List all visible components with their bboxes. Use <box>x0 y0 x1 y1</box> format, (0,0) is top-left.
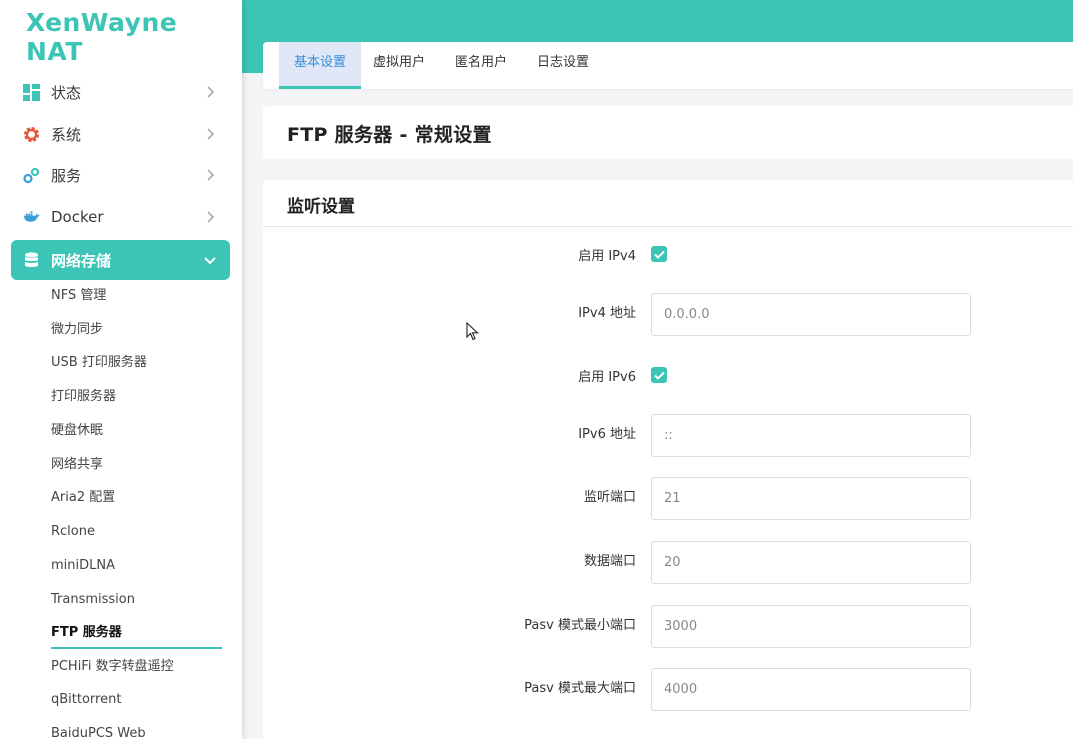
gears-icon <box>23 167 40 184</box>
chevron-right-icon <box>207 211 215 223</box>
chevron-down-icon <box>204 257 216 265</box>
page-title: FTP 服务器 - 常规设置 <box>287 124 492 146</box>
enable-ipv4-label: 启用 IPv4 <box>578 249 636 264</box>
sidebar-subitem-qbittorrent[interactable]: qBittorrent <box>51 690 121 710</box>
enable-ipv4-checkbox[interactable] <box>651 246 667 262</box>
section-title: 监听设置 <box>287 197 355 217</box>
sidebar: XenWayne NAT 状态 系统 服务 Docker 网络存储 NFS 管理… <box>0 0 242 739</box>
page-title-card: FTP 服务器 - 常规设置 <box>263 106 1073 159</box>
database-icon <box>23 251 40 269</box>
pasv-min-port-input[interactable]: 3000 <box>651 605 971 648</box>
sidebar-item-nas[interactable]: 网络存储 <box>11 240 230 280</box>
sidebar-item-system[interactable]: 系统 <box>11 114 230 154</box>
sidebar-subitem-usb-print[interactable]: USB 打印服务器 <box>51 353 147 373</box>
mouse-cursor-icon <box>466 322 479 341</box>
tab-log-settings[interactable]: 日志设置 <box>531 42 595 89</box>
sidebar-item-label: Docker <box>51 208 104 226</box>
sidebar-item-label: 服务 <box>51 166 82 185</box>
listen-settings-section: 监听设置 启用 IPv4 IPv4 地址 0.0.0.0 启用 IPv6 IPv… <box>263 180 1073 739</box>
data-port-input[interactable]: 20 <box>651 541 971 584</box>
tab-virtual-users[interactable]: 虚拟用户 <box>367 42 431 89</box>
pasv-max-port-input[interactable]: 4000 <box>651 668 971 711</box>
sidebar-subitem-hd-idle[interactable]: 硬盘休眠 <box>51 421 103 441</box>
sidebar-subitem-transmission[interactable]: Transmission <box>51 590 135 610</box>
sidebar-subitem-minidlna[interactable]: miniDLNA <box>51 556 115 576</box>
sidebar-item-label: 网络存储 <box>51 251 112 270</box>
tab-bar: 基本设置 虚拟用户 匿名用户 日志设置 <box>263 42 1073 89</box>
gear-icon <box>23 126 40 143</box>
chevron-right-icon <box>207 169 215 181</box>
sidebar-subitem-aria2[interactable]: Aria2 配置 <box>51 488 115 508</box>
enable-ipv6-label: 启用 IPv6 <box>578 370 636 385</box>
check-icon <box>653 250 665 259</box>
sidebar-item-services[interactable]: 服务 <box>11 155 230 195</box>
brand-logo[interactable]: XenWayne NAT <box>26 8 242 66</box>
sidebar-subitem-pchifi[interactable]: PCHiFi 数字转盘遥控 <box>51 657 174 677</box>
chevron-right-icon <box>207 86 215 98</box>
active-subitem-underline <box>51 647 222 649</box>
ipv6-address-label: IPv6 地址 <box>578 427 636 442</box>
sidebar-item-label: 系统 <box>51 125 82 144</box>
pasv-max-port-label: Pasv 模式最大端口 <box>524 681 636 696</box>
sidebar-subitem-rclone[interactable]: Rclone <box>51 522 95 542</box>
sidebar-subitem-baidupcs[interactable]: BaiduPCS Web <box>51 724 146 739</box>
listen-port-label: 监听端口 <box>583 490 636 505</box>
data-port-label: 数据端口 <box>583 554 636 569</box>
sidebar-subitem-nfs[interactable]: NFS 管理 <box>51 286 106 306</box>
ipv4-address-label: IPv4 地址 <box>578 306 636 321</box>
sidebar-item-status[interactable]: 状态 <box>11 72 230 112</box>
pasv-min-port-label: Pasv 模式最小端口 <box>524 618 636 633</box>
sidebar-item-label: 状态 <box>51 83 82 102</box>
enable-ipv6-checkbox[interactable] <box>651 367 667 383</box>
ipv6-address-input[interactable]: :: <box>651 414 971 457</box>
dashboard-icon <box>23 83 40 101</box>
check-icon <box>653 371 665 380</box>
tab-anonymous-users[interactable]: 匿名用户 <box>449 42 513 89</box>
sidebar-subitem-network-share[interactable]: 网络共享 <box>51 455 103 475</box>
section-header: 监听设置 <box>263 180 1073 227</box>
sidebar-subitem-print-server[interactable]: 打印服务器 <box>51 387 116 407</box>
chevron-right-icon <box>207 128 215 140</box>
ipv4-address-input[interactable]: 0.0.0.0 <box>651 293 971 336</box>
tab-basic-settings[interactable]: 基本设置 <box>279 42 361 89</box>
docker-icon <box>23 209 40 226</box>
sidebar-subitem-verysync[interactable]: 微力同步 <box>51 320 103 340</box>
sidebar-item-docker[interactable]: Docker <box>11 197 230 237</box>
sidebar-subitem-ftp[interactable]: FTP 服务器 <box>51 623 122 643</box>
listen-port-input[interactable]: 21 <box>651 477 971 520</box>
